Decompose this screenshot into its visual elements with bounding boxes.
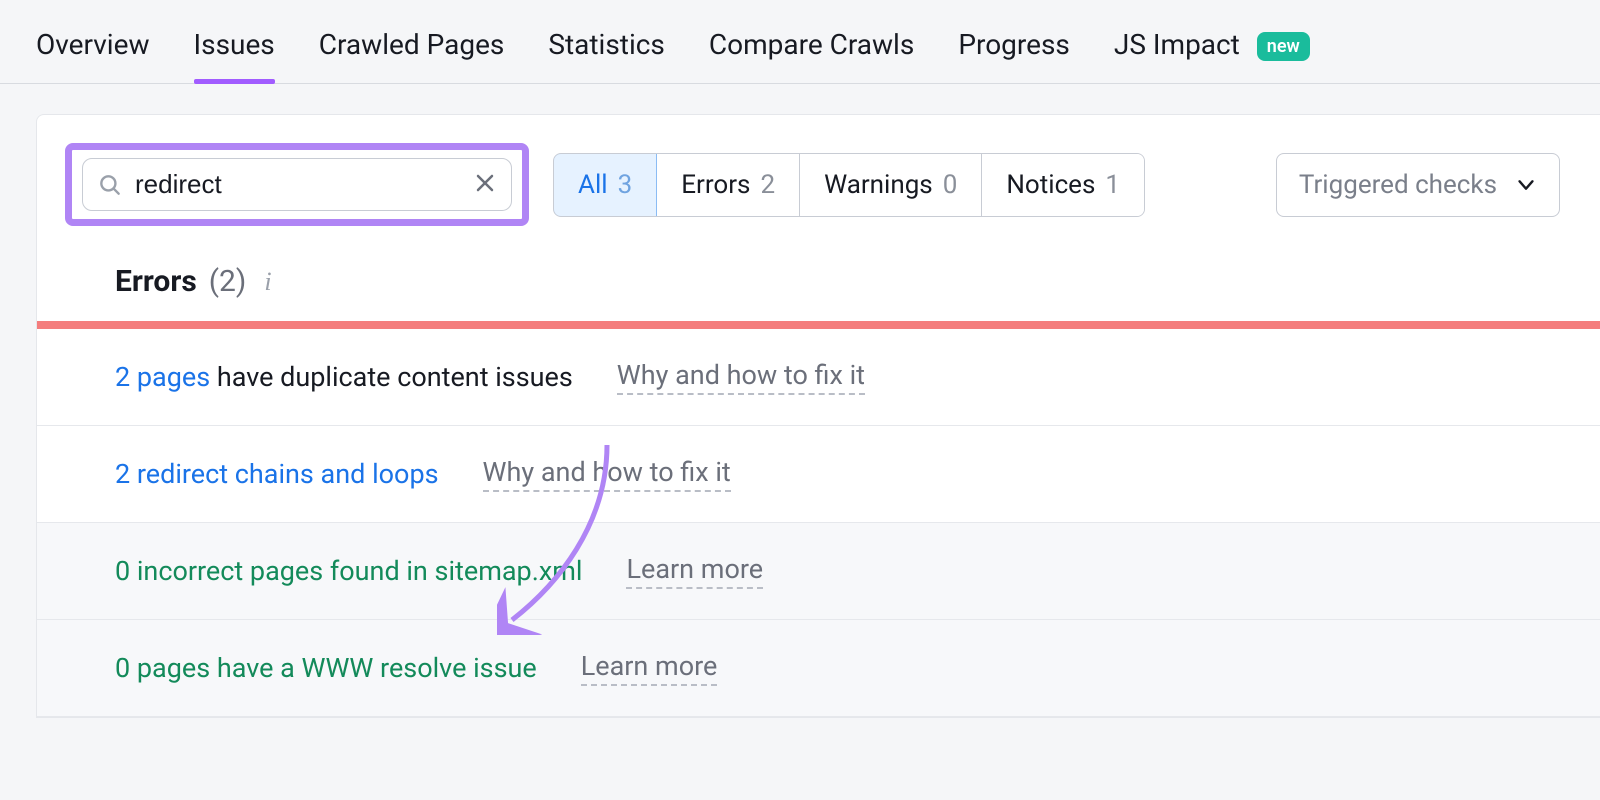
- dropdown-label: Triggered checks: [1299, 170, 1497, 200]
- search-field[interactable]: [82, 158, 512, 211]
- tab-issues[interactable]: Issues: [194, 20, 275, 83]
- triggered-checks-dropdown[interactable]: Triggered checks: [1276, 153, 1560, 217]
- fix-link[interactable]: Learn more: [626, 553, 763, 589]
- section-count: (2): [209, 264, 247, 299]
- issue-type-filter: All 3 Errors 2 Warnings 0 Notices 1: [553, 153, 1145, 217]
- errors-accent-bar: [37, 321, 1600, 329]
- fix-link[interactable]: Why and how to fix it: [617, 359, 865, 395]
- toolbar: All 3 Errors 2 Warnings 0 Notices 1 Trig…: [37, 115, 1600, 254]
- filter-label: Errors: [681, 170, 750, 200]
- fix-link[interactable]: Learn more: [581, 650, 718, 686]
- filter-label: Warnings: [824, 170, 933, 200]
- search-input[interactable]: [135, 169, 473, 200]
- fix-link[interactable]: Why and how to fix it: [483, 456, 731, 492]
- section-title: Errors: [115, 264, 197, 299]
- issue-row: 0 incorrect pages found in sitemap.xml Le…: [37, 523, 1600, 620]
- new-badge: new: [1257, 32, 1310, 61]
- tab-js-impact[interactable]: JS Impact new: [1114, 20, 1310, 83]
- filter-count: 1: [1105, 170, 1120, 200]
- chevron-down-icon: [1515, 174, 1537, 196]
- tab-crawled-pages[interactable]: Crawled Pages: [319, 20, 505, 83]
- info-icon[interactable]: i: [264, 267, 271, 297]
- tab-statistics[interactable]: Statistics: [548, 20, 665, 83]
- tab-compare-crawls[interactable]: Compare Crawls: [709, 20, 914, 83]
- issue-text: 0 pages have a WWW resolve issue: [115, 652, 537, 684]
- issue-text: 2 redirect chains and loops: [115, 458, 439, 490]
- filter-errors[interactable]: Errors 2: [657, 154, 800, 216]
- issue-list: 2 pages have duplicate content issues Why…: [37, 329, 1600, 717]
- filter-all[interactable]: All 3: [553, 153, 657, 217]
- filter-count: 2: [760, 170, 775, 200]
- issue-row: 2 redirect chains and loops Why and how t…: [37, 426, 1600, 523]
- issue-text: 0 incorrect pages found in sitemap.xml: [115, 555, 582, 587]
- filter-count: 0: [943, 170, 958, 200]
- filter-label: Notices: [1006, 170, 1095, 200]
- issue-text: 2 pages have duplicate content issues: [115, 361, 573, 393]
- issues-panel: All 3 Errors 2 Warnings 0 Notices 1 Trig…: [36, 114, 1600, 718]
- issue-suffix: have duplicate content issues: [210, 361, 573, 393]
- search-highlight: [65, 143, 529, 226]
- search-icon: [97, 172, 123, 198]
- tab-overview[interactable]: Overview: [36, 20, 150, 83]
- issue-link[interactable]: 2 redirect chains and loops: [115, 458, 439, 490]
- issue-link[interactable]: 2 pages: [115, 361, 210, 393]
- errors-section-header: Errors (2) i: [37, 254, 1600, 321]
- filter-notices[interactable]: Notices 1: [982, 154, 1144, 216]
- issue-row: 0 pages have a WWW resolve issue Learn mo…: [37, 620, 1600, 717]
- filter-label: All: [578, 170, 608, 200]
- issue-link[interactable]: 0 pages have a WWW resolve issue: [115, 652, 537, 684]
- clear-icon[interactable]: [473, 171, 497, 199]
- tab-label: JS Impact: [1114, 28, 1240, 61]
- issue-link[interactable]: 0 incorrect pages found in sitemap.xml: [115, 555, 582, 587]
- tab-progress[interactable]: Progress: [958, 20, 1070, 83]
- top-tabs: Overview Issues Crawled Pages Statistics…: [0, 0, 1600, 84]
- filter-warnings[interactable]: Warnings 0: [800, 154, 982, 216]
- filter-count: 3: [618, 170, 633, 200]
- issue-row: 2 pages have duplicate content issues Why…: [37, 329, 1600, 426]
